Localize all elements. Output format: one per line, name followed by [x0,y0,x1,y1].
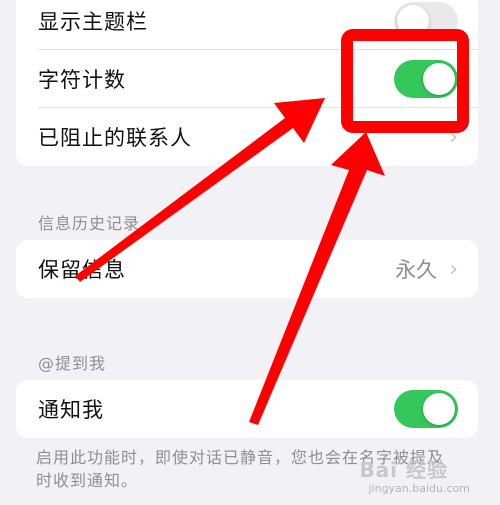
row-label: 已阻止的联系人 [38,126,192,150]
toggle-knob [423,393,455,425]
row-show-subject[interactable]: 显示主题栏 [16,0,478,50]
row-character-count[interactable]: 字符计数 [16,50,478,108]
watermark-logo: Bai 经验 [359,458,448,482]
settings-group-1: 显示主题栏 字符计数 已阻止的联系人 › [16,0,478,166]
row-notify-me[interactable]: 通知我 [16,380,478,438]
row-blocked-contacts[interactable]: 已阻止的联系人 › [16,108,478,166]
row-label: 保留信息 [38,258,126,282]
chevron-right-icon: › [449,256,458,282]
chevron-right-icon: › [449,124,458,150]
row-keep-messages[interactable]: 保留信息 永久 › [16,240,478,298]
show-subject-toggle[interactable] [394,2,458,40]
character-count-toggle[interactable] [394,60,458,98]
history-group: 保留信息 永久 › [16,240,478,298]
toggle-knob [423,63,455,95]
row-value: 永久 [395,258,438,282]
row-label: 通知我 [38,398,104,422]
watermark-url: jingyan.baidu.com [368,482,470,495]
row-label: 字符计数 [38,68,126,92]
section-title-mentions: @提到我 [38,354,107,373]
section-title-history: 信息历史记录 [38,214,141,233]
mentions-group: 通知我 [16,380,478,438]
row-label: 显示主题栏 [38,10,148,34]
toggle-knob [397,5,429,37]
notify-me-toggle[interactable] [394,390,458,428]
